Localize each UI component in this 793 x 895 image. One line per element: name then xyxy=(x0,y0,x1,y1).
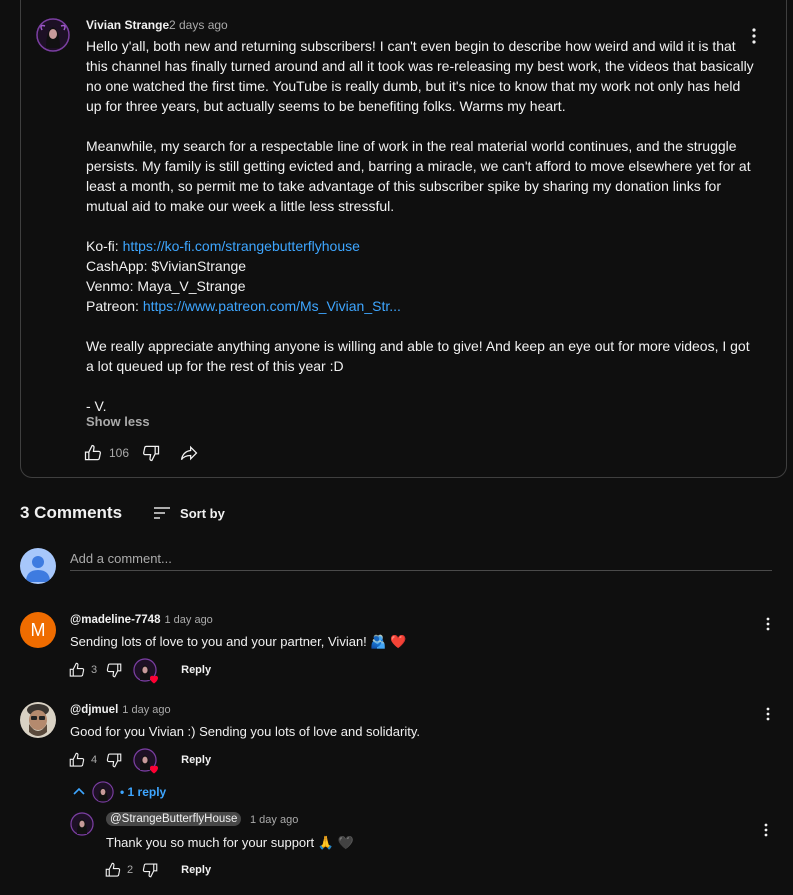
creator-heart-badge xyxy=(133,658,160,685)
patreon-line: Patreon: https://www.patreon.com/Ms_Vivi… xyxy=(86,296,756,316)
more-options-icon[interactable] xyxy=(760,616,776,632)
dislike-icon[interactable] xyxy=(105,751,123,769)
author-avatar[interactable] xyxy=(36,18,70,52)
add-comment-input[interactable]: Add a comment... xyxy=(70,548,772,571)
community-post: Vivian Strange 2 days ago Hello y'all, b… xyxy=(20,0,787,478)
comment-item: @djmuel 1 day ago Good for you Vivian :) … xyxy=(20,702,780,778)
creator-heart-badge xyxy=(133,748,160,775)
post-body: Hello y'all, both new and returning subs… xyxy=(86,36,756,416)
like-count: 2 xyxy=(127,864,134,876)
kofi-link[interactable]: https://ko-fi.com/strangebutterflyhouse xyxy=(123,238,360,254)
sort-icon xyxy=(152,503,172,523)
kofi-label: Ko-fi: xyxy=(86,238,123,254)
comment-text: Good for you Vivian :) Sending you lots … xyxy=(70,724,420,739)
comment-actions: 4 Reply xyxy=(68,748,211,775)
comment-timestamp[interactable]: 1 day ago xyxy=(164,614,212,626)
current-user-avatar xyxy=(20,548,56,584)
reply-button[interactable]: Reply xyxy=(181,664,211,676)
share-icon[interactable] xyxy=(179,443,199,463)
kofi-line: Ko-fi: https://ko-fi.com/strangebutterfl… xyxy=(86,236,756,256)
commenter-avatar[interactable] xyxy=(20,702,56,738)
commenter-avatar[interactable]: M xyxy=(20,612,56,648)
like-icon[interactable] xyxy=(104,861,122,879)
replier-avatar xyxy=(92,781,114,803)
heart-icon xyxy=(148,673,160,685)
comment-text: Sending lots of love to you and your par… xyxy=(70,634,407,649)
like-count: 106 xyxy=(109,446,130,460)
post-paragraph: Meanwhile, my search for a respectable l… xyxy=(86,138,751,214)
reply-actions: 2 Reply xyxy=(104,858,211,882)
comment-timestamp[interactable]: 1 day ago xyxy=(122,704,170,716)
like-icon[interactable] xyxy=(83,443,103,463)
chevron-up-icon xyxy=(72,785,86,799)
more-options-icon[interactable] xyxy=(758,822,774,838)
venmo-line: Venmo: Maya_V_Strange xyxy=(86,278,246,294)
comments-count: 3 Comments xyxy=(20,503,123,522)
post-closing: We really appreciate anything anyone is … xyxy=(86,338,750,374)
reply-item: @StrangeButterflyHouse 1 day ago Thank y… xyxy=(70,810,780,880)
patreon-link[interactable]: https://www.patreon.com/Ms_Vivian_Str... xyxy=(143,298,401,314)
like-icon[interactable] xyxy=(68,661,86,679)
comment-author[interactable]: @djmuel 1 day ago xyxy=(70,704,171,716)
patreon-label: Patreon: xyxy=(86,298,143,314)
replies-toggle-button[interactable]: • 1 reply xyxy=(72,781,166,803)
comment-item: M @madeline-7748 1 day ago Sending lots o… xyxy=(20,612,780,688)
dislike-icon[interactable] xyxy=(141,861,159,879)
comment-actions: 3 Reply xyxy=(68,658,211,685)
post-paragraph: Hello y'all, both new and returning subs… xyxy=(86,38,754,114)
dislike-icon[interactable] xyxy=(105,661,123,679)
reply-timestamp[interactable]: 1 day ago xyxy=(250,814,298,826)
comment-author-handle[interactable]: @madeline-7748 xyxy=(70,614,160,626)
heart-icon xyxy=(148,763,160,775)
comments-header: 3 Comments Sort by xyxy=(20,503,225,523)
sort-by-button[interactable]: Sort by xyxy=(152,503,225,523)
post-signature: - V. xyxy=(86,398,107,414)
sort-label: Sort by xyxy=(180,505,225,521)
post-author-name[interactable]: Vivian Strange xyxy=(86,18,169,32)
cashapp-line: CashApp: $VivianStrange xyxy=(86,258,247,274)
comment-author[interactable]: @madeline-7748 1 day ago xyxy=(70,614,213,626)
like-count: 4 xyxy=(91,754,98,766)
more-options-icon[interactable] xyxy=(760,706,776,722)
reply-text: Thank you so much for your support 🙏 🖤 xyxy=(106,835,354,850)
like-count: 3 xyxy=(91,664,98,676)
reply-button[interactable]: Reply xyxy=(181,864,211,876)
avatar-letter: M xyxy=(30,619,46,640)
dislike-icon[interactable] xyxy=(141,443,161,463)
post-actions: 106 xyxy=(83,442,199,464)
comment-author-handle[interactable]: @djmuel xyxy=(70,704,118,716)
reply-author-avatar[interactable] xyxy=(70,812,94,836)
creator-author-badge[interactable]: @StrangeButterflyHouse xyxy=(106,812,242,826)
replies-count-label: • 1 reply xyxy=(120,785,167,799)
post-timestamp[interactable]: 2 days ago xyxy=(169,18,228,32)
show-less-button[interactable]: Show less xyxy=(86,414,150,429)
reply-button[interactable]: Reply xyxy=(181,754,211,766)
like-icon[interactable] xyxy=(68,751,86,769)
